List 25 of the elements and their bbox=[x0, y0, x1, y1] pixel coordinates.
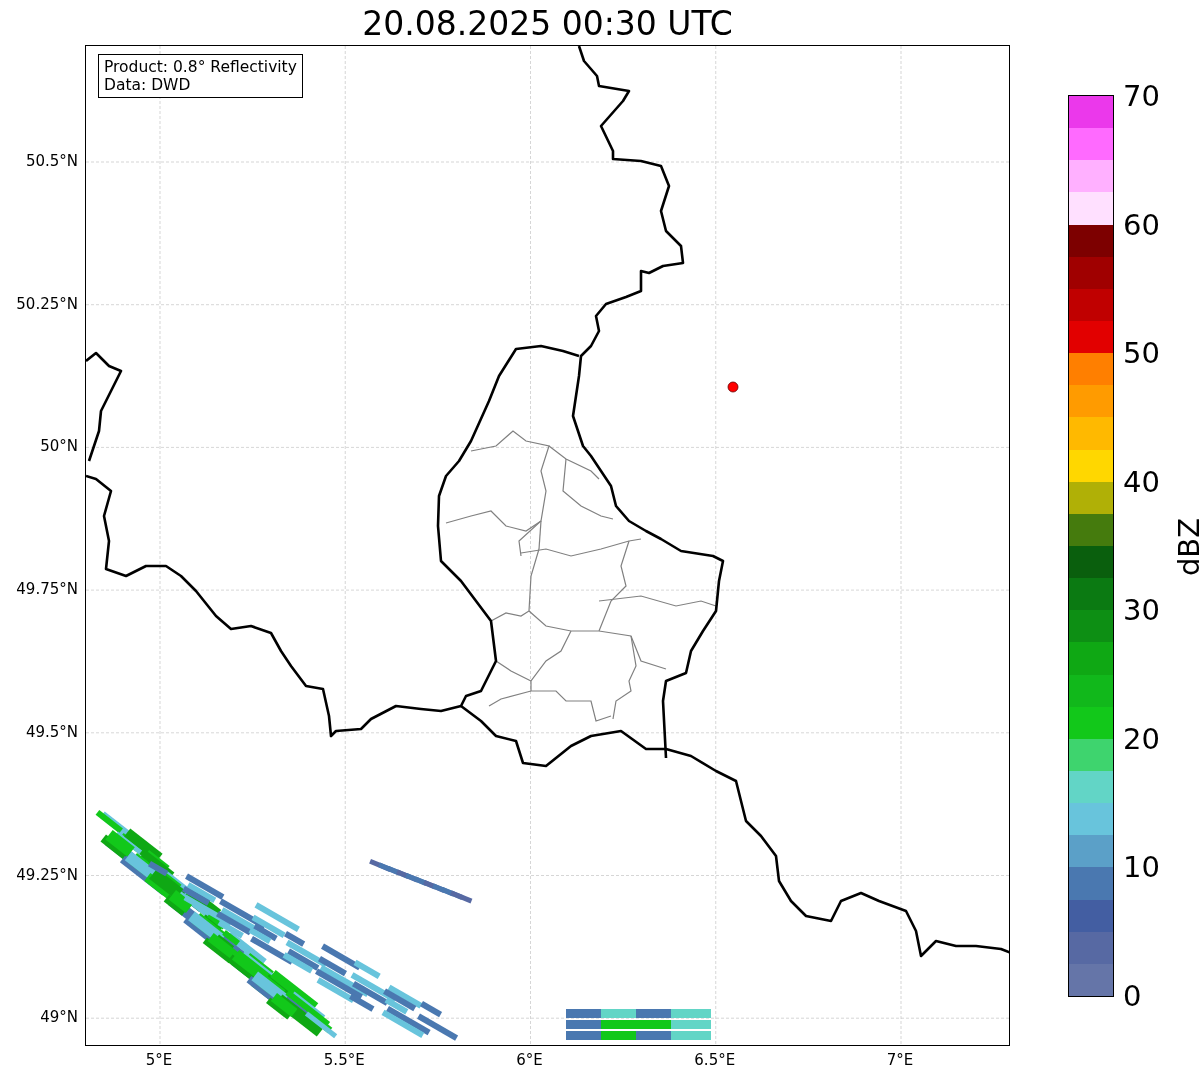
latitude-label: 50.25°N bbox=[16, 294, 78, 313]
color-bar-tick-label: 60 bbox=[1123, 207, 1160, 242]
color-bar-tick-label: 70 bbox=[1123, 79, 1160, 113]
longitude-label: 7°E bbox=[886, 1051, 914, 1069]
latitude-label: 50.5°N bbox=[25, 152, 78, 170]
longitude-label: 5°E bbox=[145, 1051, 173, 1069]
legend-text: Data: DWD bbox=[104, 76, 192, 94]
color-bar-tick-label: 10 bbox=[1123, 850, 1160, 885]
location-marker bbox=[727, 381, 739, 393]
longitude-label: 5.5°E bbox=[323, 1051, 365, 1069]
color-bar-tick-label: 20 bbox=[1123, 721, 1160, 756]
latitude-label: 49.75°N bbox=[16, 580, 78, 599]
color-bar-tick-label: 40 bbox=[1123, 464, 1160, 499]
latitude-label: 49.5°N bbox=[25, 722, 78, 741]
longitude-label: 6.5°E bbox=[694, 1051, 736, 1069]
latitude-label: 49.25°N bbox=[16, 865, 78, 884]
legend-text: Product: 0.8° Reflectivity bbox=[104, 58, 297, 76]
latitude-label: 49°N bbox=[40, 1008, 78, 1027]
chart-title: 20.08.2025 00:30 UTC bbox=[361, 4, 734, 43]
color-bar-label: dBZ bbox=[1172, 517, 1202, 577]
longitude-label: 6°E bbox=[516, 1051, 543, 1069]
color-bar-tick-label: 0 bbox=[1123, 979, 1142, 1013]
latitude-label: 50°N bbox=[40, 437, 78, 456]
color-bar-tick-label: 50 bbox=[1123, 336, 1160, 371]
color-bar-tick-label: 30 bbox=[1123, 593, 1160, 628]
